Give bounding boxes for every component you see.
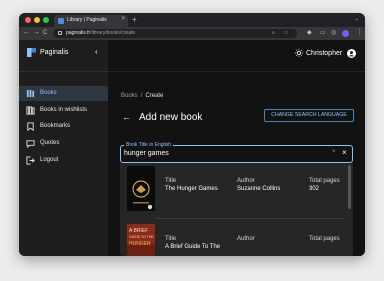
result-pages: 302 [309,186,320,192]
sidebar-item-label: Quotes [40,140,60,146]
list-item[interactable]: A BRIEF GUIDE TO THE HUNGER Title Author… [120,221,353,256]
sidebar-item-label: Bookmarks [40,123,71,129]
url-path: /library/books/create [90,30,136,36]
bookmark-icon [27,122,34,131]
tab-search-icon[interactable]: ⌄ [355,16,359,22]
scrollbar-thumb[interactable] [348,165,351,209]
browser-window: Library | Paginalis × + ⌄ ← → C paginali… [19,13,365,256]
url-text: paginalis.fr/library/books/create [66,30,135,36]
favicon-icon [58,18,64,24]
url-host: paginalis.fr [66,30,91,36]
sidebar-divider [19,71,108,72]
change-search-language-button[interactable]: CHANGE SEARCH LANGUAGE [264,109,354,122]
account-icon[interactable] [347,49,356,58]
app: Paginalis ‹ Books Books in wishlists Boo [19,40,365,256]
back-arrow-icon[interactable]: ← [122,112,131,122]
sidebar-item-label: Books [40,90,57,96]
search-results-list[interactable]: Title Author Total pages The Hunger Game… [120,163,353,256]
book-cover-image [127,166,155,211]
list-item[interactable]: Title Author Total pages The Hunger Game… [120,163,353,219]
column-header-title: Title [165,236,177,242]
search-icon[interactable]: ⌕ [272,30,275,36]
profile-avatar[interactable] [342,30,349,37]
minimize-window-button[interactable] [34,17,40,23]
breadcrumb-books-link[interactable]: Books [121,93,138,99]
logout-icon [26,156,35,165]
side-panel-icon[interactable]: ▭ [320,30,326,37]
cover-text: GUIDE TO THE [129,235,154,239]
reload-button[interactable]: C [43,29,47,37]
result-title: A Brief Guide To The [165,244,221,250]
cast-icon[interactable]: ◎ [331,30,336,37]
browser-tab[interactable]: Library | Paginalis × [54,15,128,27]
new-tab-button[interactable]: + [132,15,137,24]
tab-close-icon[interactable]: × [121,16,125,22]
books-icon [26,89,35,98]
sidebar-item-quotes[interactable]: Quotes [19,136,108,151]
brand-name: Paginalis [40,49,69,56]
quotes-icon [26,140,35,148]
address-bar[interactable]: paginalis.fr/library/books/create ⌕ ☆ [53,29,297,38]
clear-icon[interactable]: × [332,149,336,155]
browser-back-button[interactable]: ← [23,29,30,37]
result-author: Suzanne Collins [237,186,281,192]
tab-title: Library | Paginalis [67,17,107,23]
book-cover-image: A BRIEF GUIDE TO THE HUNGER [127,224,155,256]
user-name[interactable]: Christopher [306,50,342,57]
sidebar-item-label: Logout [40,157,59,163]
theme-toggle-icon[interactable] [295,49,303,57]
wishlist-icon [26,106,35,115]
sidebar-item-books[interactable]: Books [19,86,108,101]
search-field-label: Book Title in English [124,142,174,148]
breadcrumb-separator: / [140,93,143,99]
column-header-author: Author [237,178,255,184]
column-header-pages: Total pages [309,178,340,184]
column-header-title: Title [165,178,177,184]
tab-strip: Library | Paginalis × + ⌄ [19,13,365,27]
collapse-sidebar-button[interactable]: ‹ [95,47,98,56]
sidebar-item-bookmarks[interactable]: Bookmarks [19,119,108,134]
sidebar-item-label: Books in wishlists [40,107,88,113]
page-title: Add new book [139,112,203,123]
main-content: Christopher Books / Create ← Add new book … [108,40,365,256]
result-title: The Hunger Games [165,186,218,192]
sidebar-item-wishlists[interactable]: Books in wishlists [19,103,108,118]
extensions-icon[interactable]: ◆ [307,30,312,37]
cover-text: HUNGER [129,241,151,247]
result-divider [156,218,345,219]
sidebar: Paginalis ‹ Books Books in wishlists Boo [19,40,108,256]
close-window-button[interactable] [25,17,31,23]
maximize-window-button[interactable] [43,17,49,23]
column-header-pages: Total pages [309,236,340,242]
sidebar-item-logout[interactable]: Logout [19,153,108,168]
breadcrumb-current: Create [145,93,164,99]
star-icon[interactable]: ☆ [284,30,288,36]
cover-text: A BRIEF [129,228,148,234]
paginalis-logo-icon [27,48,36,57]
close-icon[interactable]: × [342,148,347,157]
lock-icon [58,31,62,35]
browser-toolbar: ← → C paginalis.fr/library/books/create … [19,27,365,40]
column-header-author: Author [237,236,255,242]
search-input-value[interactable]: hunger games [124,150,169,157]
header-divider [108,71,365,72]
breadcrumb: Books / Create [121,93,163,99]
browser-forward-button[interactable]: → [33,29,40,37]
browser-menu-icon[interactable]: ⋮ [356,29,363,37]
book-title-search-input[interactable]: Book Title in English hunger games × × [120,142,353,163]
